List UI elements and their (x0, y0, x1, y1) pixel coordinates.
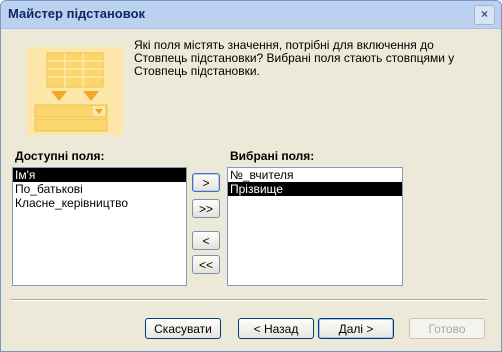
remove-all-fields-button[interactable]: << (192, 255, 220, 274)
available-field-item[interactable]: Класне_керівництво (13, 196, 186, 210)
wizard-illustration-icon (27, 47, 123, 135)
cancel-button[interactable]: Скасувати (145, 318, 221, 339)
dialog-body: Які поля містять значення, потрібні для … (1, 29, 501, 351)
add-field-button[interactable]: > (192, 173, 220, 192)
selected-field-item[interactable]: №_вчителя (228, 168, 402, 182)
window-title: Майстер підстановок (8, 6, 146, 21)
title-bar: Майстер підстановок × (1, 1, 501, 29)
footer-separator (11, 299, 487, 301)
available-fields-list[interactable]: Ім'я По_батькові Класне_керівництво (12, 167, 187, 286)
wizard-prompt-text: Які поля містять значення, потрібні для … (134, 38, 455, 78)
next-button[interactable]: Далі > (318, 318, 394, 339)
selected-fields-label: Вибрані поля: (230, 149, 315, 163)
finish-button: Готово (409, 318, 485, 339)
back-button[interactable]: < Назад (238, 318, 314, 339)
selected-field-item[interactable]: Прізвище (228, 182, 402, 196)
close-icon[interactable]: × (474, 5, 495, 25)
available-fields-label: Доступні поля: (15, 149, 105, 163)
available-field-item[interactable]: Ім'я (13, 168, 186, 182)
selected-fields-list[interactable]: №_вчителя Прізвище (227, 167, 403, 286)
remove-field-button[interactable]: < (192, 231, 220, 250)
lookup-wizard-dialog: Майстер підстановок × Які поля містять з… (0, 0, 502, 352)
available-field-item[interactable]: По_батькові (13, 182, 186, 196)
add-all-fields-button[interactable]: >> (192, 199, 220, 218)
